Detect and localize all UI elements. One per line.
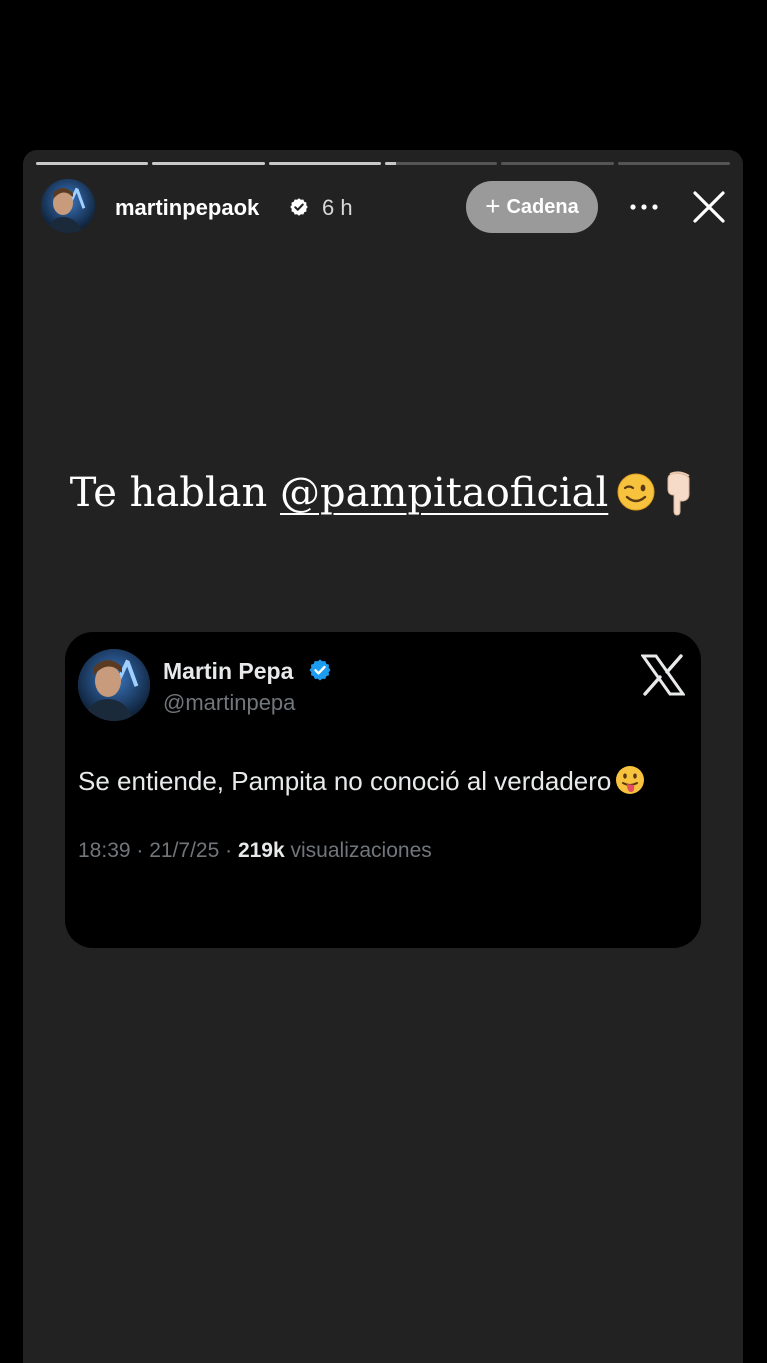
verified-badge-icon: [290, 198, 308, 216]
story-frame[interactable]: martinpepaok 6 h + Cadena Te hablan @pam…: [23, 150, 743, 1363]
tweet-text-body: Se entiende, Pampita no conoció al verda…: [78, 766, 612, 796]
story-caption: Te hablan @pampitaoficial: [23, 470, 743, 516]
tweet-timestamp: 18:39 · 21/7/25 ·: [78, 839, 238, 862]
mention-link[interactable]: @pampitaoficial: [280, 470, 608, 516]
x-logo-icon: [641, 654, 685, 696]
story-progress-bar: [36, 162, 730, 165]
progress-segment: [501, 162, 614, 165]
tweet-views-label: visualizaciones: [284, 839, 432, 862]
progress-segment: [384, 162, 498, 165]
progress-segment: [36, 162, 149, 165]
plus-icon: +: [485, 191, 501, 221]
tongue-face-emoji: [616, 766, 645, 794]
story-time: 6 h: [322, 195, 353, 220]
caption-text: Te hablan: [69, 470, 280, 516]
progress-segment: [617, 162, 730, 165]
ellipsis-icon[interactable]: [628, 192, 660, 222]
story-username[interactable]: martinpepaok: [115, 195, 259, 221]
story-header: martinpepaok 6 h + Cadena: [41, 179, 731, 235]
chain-button[interactable]: + Cadena: [466, 181, 598, 233]
close-icon[interactable]: [692, 190, 726, 224]
avatar[interactable]: [41, 179, 95, 233]
progress-segment: [152, 162, 265, 165]
pointing-down-emoji: [667, 471, 690, 516]
tweet-author-name[interactable]: Martin Pepa: [163, 658, 293, 685]
embedded-tweet-card[interactable]: Martin Pepa @martinpepa Se entiende, Pam…: [65, 632, 701, 948]
tweet-author-handle[interactable]: @martinpepa: [163, 690, 295, 716]
tweet-views-count: 219k: [237, 839, 285, 862]
tweet-avatar[interactable]: [78, 649, 150, 721]
progress-segment: [268, 162, 381, 165]
tweet-text: Se entiende, Pampita no conoció al verda…: [78, 765, 645, 797]
chain-button-label: Cadena: [506, 195, 579, 218]
verified-badge-icon: [309, 659, 331, 681]
winking-face-emoji: [617, 473, 655, 511]
tweet-meta: 18:39 · 21/7/25 · 219k visualizaciones: [78, 839, 432, 863]
